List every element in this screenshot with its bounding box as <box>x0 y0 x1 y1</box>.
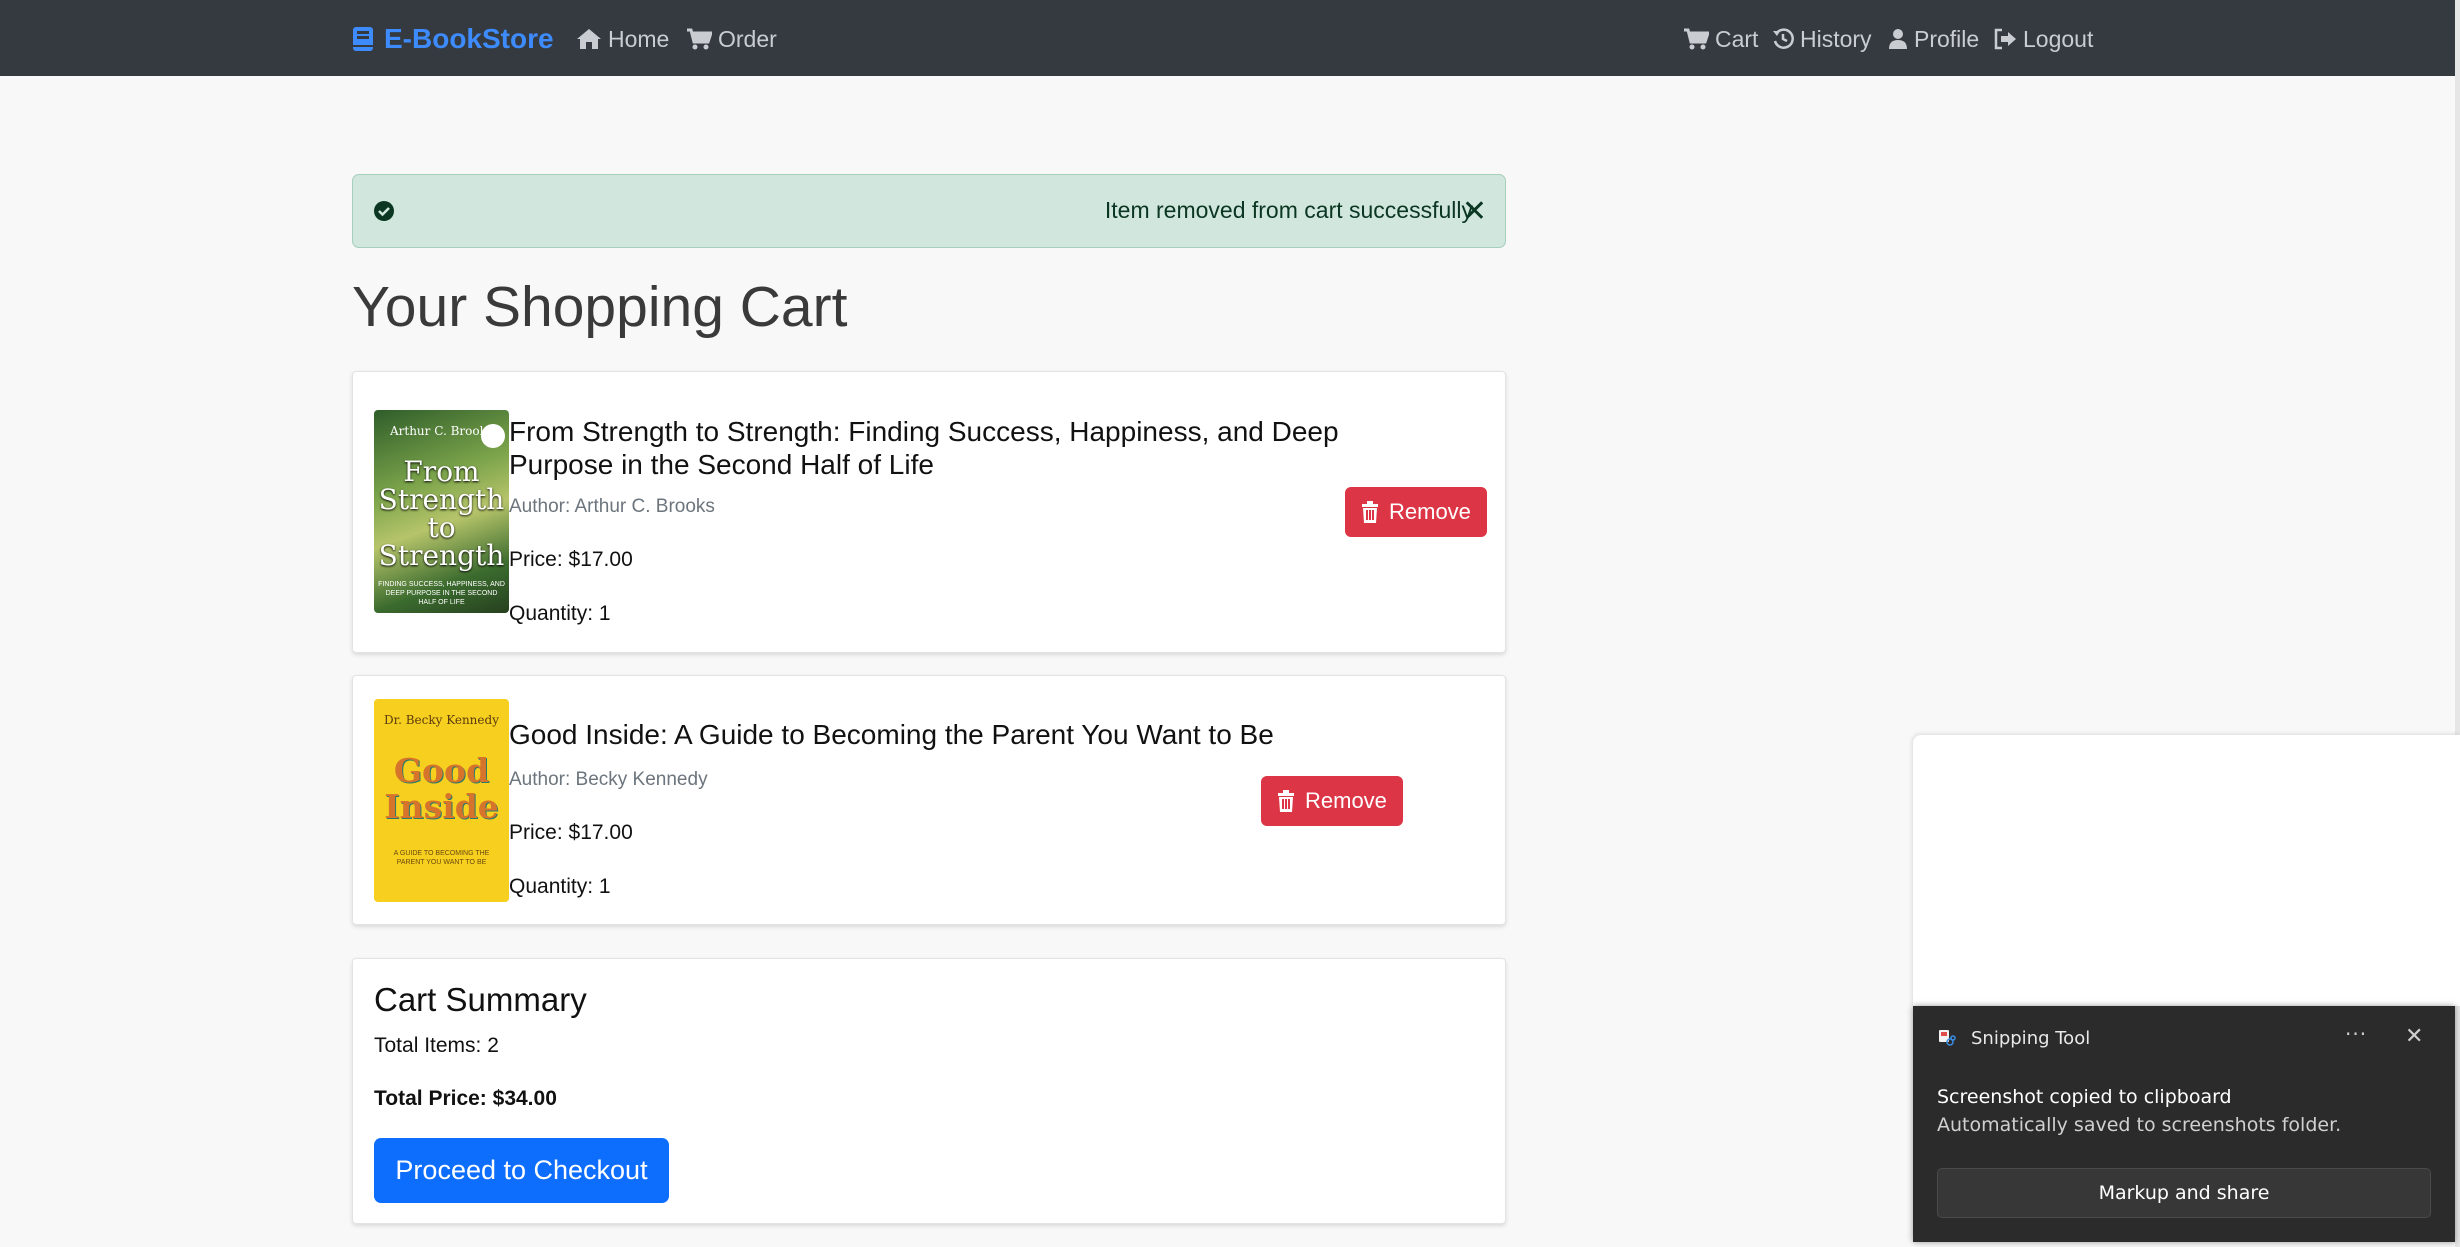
book-quantity: Quantity: 1 <box>509 602 611 625</box>
toast-message: Screenshot copied to clipboard <box>1937 1086 2232 1108</box>
more-options-icon[interactable]: ··· <box>2345 1022 2367 1046</box>
markup-and-share-button[interactable]: Markup and share <box>1937 1168 2431 1218</box>
toast-app-name: Snipping Tool <box>1971 1028 2091 1049</box>
nav-history-label: History <box>1800 25 1872 52</box>
remove-button[interactable]: Remove <box>1261 776 1403 826</box>
cart-icon <box>1684 28 1709 50</box>
checkout-button[interactable]: Proceed to Checkout <box>374 1138 669 1203</box>
book-price: Price: $17.00 <box>509 548 633 571</box>
user-icon <box>1889 29 1907 49</box>
logout-icon <box>1994 28 2016 50</box>
nav-profile-label: Profile <box>1914 25 1980 52</box>
book-author: Author: Arthur C. Brooks <box>509 496 715 517</box>
summary-title: Cart Summary <box>374 981 587 1018</box>
cart-summary: Cart Summary Total Items: 2 Total Price:… <box>352 958 1506 1224</box>
remove-button-label: Remove <box>1305 788 1387 813</box>
alert-close-button[interactable]: ✕ <box>1462 197 1487 227</box>
page-title: Your Shopping Cart <box>352 275 848 339</box>
book-title: From Strength to Strength: Finding Succe… <box>509 416 1339 480</box>
brand-name: E-BookStore <box>384 23 554 54</box>
nav-cart-label: Cart <box>1715 25 1759 52</box>
nav-cart[interactable]: Cart <box>1683 22 1758 56</box>
summary-total-price: Total Price: $34.00 <box>374 1087 557 1110</box>
notification-preview[interactable] <box>1913 735 2460 1006</box>
snipping-tool-toast: Snipping Tool ··· ✕ Screenshot copied to… <box>1913 1006 2455 1242</box>
cart-item: Arthur C. Brooks From Strength to Streng… <box>352 371 1506 653</box>
check-circle-icon <box>374 201 394 221</box>
cover-subtitle: FINDING SUCCESS, HAPPINESS, AND DEEP PUR… <box>378 581 505 606</box>
toast-submessage: Automatically saved to screenshots folde… <box>1937 1114 2342 1136</box>
remove-button[interactable]: Remove <box>1345 487 1487 537</box>
page-scrollbar[interactable] <box>2455 0 2460 1247</box>
nav-order-label: Order <box>718 25 777 52</box>
nav-logout[interactable]: Logout <box>1993 22 2093 56</box>
cover-title: From Strength to Strength <box>378 455 505 572</box>
nav-logout-label: Logout <box>2023 25 2094 52</box>
book-title: Good Inside: A Guide to Becoming the Par… <box>509 719 1274 750</box>
navbar: E-BookStore Home Order Cart History Prof… <box>0 0 2455 76</box>
alert-message: Item removed from cart successfully <box>1104 197 1473 223</box>
cart-item: Dr. Becky Kennedy Good Inside A GUIDE TO… <box>352 675 1506 925</box>
success-alert: Item removed from cart successfully ✕ <box>352 174 1506 248</box>
book-quantity: Quantity: 1 <box>509 875 611 898</box>
cart-icon <box>687 28 712 50</box>
cover-subtitle: A GUIDE TO BECOMING THE PARENT YOU WANT … <box>393 850 490 866</box>
book-author: Author: Becky Kennedy <box>509 769 708 790</box>
toast-close-button[interactable]: ✕ <box>2405 1024 2423 1049</box>
history-icon <box>1773 28 1794 49</box>
brand-link[interactable]: E-BookStore <box>352 22 554 56</box>
nav-history[interactable]: History <box>1772 22 1872 56</box>
nav-home-label: Home <box>608 25 670 52</box>
cover-badge <box>481 424 505 448</box>
cover-author: Dr. Becky Kennedy <box>384 713 499 727</box>
book-cover-image: Dr. Becky Kennedy Good Inside A GUIDE TO… <box>374 699 509 902</box>
summary-total-items: Total Items: 2 <box>374 1034 499 1057</box>
nav-profile[interactable]: Profile <box>1888 22 1979 56</box>
nav-order[interactable]: Order <box>686 22 777 56</box>
trash-icon <box>1362 501 1378 523</box>
book-price: Price: $17.00 <box>509 821 633 844</box>
book-cover-image: Arthur C. Brooks From Strength to Streng… <box>374 410 509 613</box>
nav-home[interactable]: Home <box>576 22 669 56</box>
cover-title: Good Inside <box>384 751 499 826</box>
book-icon <box>353 27 373 51</box>
remove-button-label: Remove <box>1389 499 1471 524</box>
trash-icon <box>1278 790 1294 812</box>
home-icon <box>577 29 601 49</box>
snipping-tool-icon <box>1939 1030 1956 1046</box>
